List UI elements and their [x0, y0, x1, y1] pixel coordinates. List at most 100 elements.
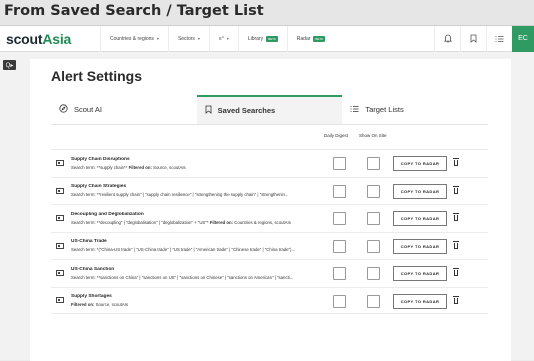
trash-icon[interactable] — [453, 213, 459, 221]
row-text: Decoupling and Deglobalization Search te… — [71, 212, 336, 225]
filter-label: Filtered on: — [71, 301, 95, 307]
filter-value: Source, scoutAIs — [94, 301, 129, 307]
row-description: Search term: *("China-US trade" | "US-Ch… — [71, 247, 336, 252]
column-header-daily-digest: Daily Digest — [324, 133, 349, 138]
show-on-site-checkbox[interactable] — [367, 294, 380, 308]
copy-to-radar-button[interactable]: COPY TO RADAR — [393, 238, 447, 254]
chevron-down-icon: ▾ — [156, 36, 159, 41]
avatar[interactable]: EC — [512, 25, 534, 52]
logo[interactable]: scout Asia — [0, 26, 100, 52]
daily-digest-checkbox[interactable] — [333, 212, 346, 225]
nav-tools[interactable]: ≡° ▾ — [208, 25, 238, 52]
beta-badge: BETA — [313, 35, 326, 42]
nav-tools-icon: ≡° — [218, 35, 224, 42]
search-term-label: Search term: — [71, 192, 96, 198]
row-name: US-China Sanction — [71, 266, 115, 272]
search-term-value: **resilient supply chain" | "supply chai… — [95, 192, 289, 198]
table-row: Decoupling and Deglobalization Search te… — [51, 204, 488, 232]
app-window: scout Asia Countries & regions ▾ Sectors … — [0, 25, 534, 361]
table-row: US-China Trade Search term: *("China-US … — [51, 231, 488, 260]
saved-search-icon — [56, 242, 64, 249]
alert-settings-panel: Alert Settings Scout AI Saved Searches T… — [30, 59, 511, 361]
nav-sectors[interactable]: Sectors ▾ — [167, 25, 209, 52]
trash-icon[interactable] — [453, 268, 459, 276]
search-term-label: Search term: — [71, 274, 96, 280]
daily-digest-checkbox[interactable] — [333, 157, 346, 170]
filter-label: Filtered on: — [208, 219, 234, 225]
copy-to-radar-button[interactable]: COPY TO RADAR — [393, 266, 447, 281]
tab-target-lists[interactable]: Target Lists — [342, 95, 488, 124]
search-term-value: *("China-US trade" | "US-China trade" | … — [95, 247, 296, 253]
row-name: Supply Shortages — [71, 293, 112, 299]
tabs: Scout AI Saved Searches Target Lists — [51, 95, 488, 125]
row-name: Supply Chain Strategies — [71, 184, 127, 190]
page-caption: From Saved Search / Target List — [0, 0, 534, 26]
search-term-label: Search term: — [71, 164, 96, 170]
saved-search-icon — [56, 270, 64, 277]
chevron-down-icon: ▾ — [197, 36, 200, 41]
saved-search-icon — [56, 215, 64, 222]
filter-value: Countries & regions, scoutAIs — [233, 219, 291, 225]
daily-digest-checkbox[interactable] — [333, 239, 346, 253]
copy-to-radar-button[interactable]: COPY TO RADAR — [393, 156, 447, 171]
trash-icon[interactable] — [453, 295, 459, 304]
table-row: US-China Sanction Search term: **sanctio… — [51, 259, 488, 287]
trash-icon[interactable] — [453, 158, 459, 166]
chevron-down-icon: ▾ — [226, 36, 229, 41]
daily-digest-checkbox[interactable] — [333, 267, 346, 280]
search-term-value: **decoupling" | "deglobalisation" | "deg… — [95, 219, 209, 225]
saved-search-icon — [56, 187, 64, 194]
search-term-label: Search term: — [71, 247, 96, 253]
nav-radar[interactable]: Radar BETA — [286, 25, 334, 52]
sidebar-toggle-button[interactable]: Q▸ — [3, 60, 16, 70]
beta-badge: BETA — [266, 35, 278, 42]
filter-value: Source, scoutAIs — [151, 164, 186, 170]
trash-icon[interactable] — [453, 240, 459, 249]
row-description: Filtered on: Source, scoutAIs — [71, 302, 336, 307]
saved-search-icon — [56, 297, 64, 304]
daily-digest-checkbox[interactable] — [333, 294, 346, 308]
main-nav: Countries & regions ▾ Sectors ▾ ≡° ▾ Lib… — [100, 25, 334, 52]
copy-to-radar-button[interactable]: COPY TO RADAR — [393, 293, 447, 309]
row-description: Search term: **sanctions on China" | "sa… — [71, 275, 336, 280]
saved-search-icon — [56, 160, 64, 167]
nav-countries[interactable]: Countries & regions ▾ — [100, 25, 168, 52]
compass-icon — [59, 104, 68, 115]
copy-to-radar-button[interactable]: COPY TO RADAR — [393, 211, 447, 226]
page-title: Alert Settings — [51, 68, 143, 84]
show-on-site-checkbox[interactable] — [367, 157, 380, 170]
saved-searches-list: Supply Chain Disruptions Search term: **… — [51, 149, 488, 314]
list-icon — [350, 105, 359, 115]
logo-asia: Asia — [42, 30, 72, 47]
tab-scout-ai-label: Scout AI — [74, 105, 102, 114]
bookmark-icon[interactable] — [460, 25, 486, 52]
daily-digest-checkbox[interactable] — [333, 184, 346, 198]
trash-icon[interactable] — [453, 185, 459, 194]
tab-scout-ai[interactable]: Scout AI — [51, 95, 197, 124]
row-text: US-China Sanction Search term: **sanctio… — [71, 267, 336, 280]
nav-library-label: Library — [247, 35, 264, 42]
row-text: Supply Shortages Filtered on: Source, sc… — [71, 294, 336, 307]
tab-target-lists-label: Target Lists — [365, 105, 404, 114]
show-on-site-checkbox[interactable] — [367, 239, 380, 253]
row-description: Search term: **supply chain** Filtered o… — [71, 165, 336, 170]
row-description: Search term: **decoupling" | "deglobalis… — [71, 220, 336, 225]
list-icon[interactable] — [486, 25, 512, 52]
logo-scout: scout — [6, 30, 43, 47]
bookmark-icon — [205, 105, 212, 116]
row-name: Decoupling and Deglobalization — [71, 211, 144, 217]
nav-sectors-label: Sectors — [177, 35, 195, 42]
row-text: Supply Chain Strategies Search term: **r… — [71, 184, 336, 197]
column-header-show-on-site: Show On Site — [359, 133, 387, 138]
show-on-site-checkbox[interactable] — [367, 267, 380, 280]
nav-library[interactable]: Library BETA — [237, 25, 287, 52]
row-name: US-China Trade — [71, 239, 107, 245]
table-row: Supply Chain Strategies Search term: **r… — [51, 176, 488, 205]
copy-to-radar-button[interactable]: COPY TO RADAR — [393, 183, 447, 199]
filter-label: Filtered on: — [127, 164, 152, 170]
show-on-site-checkbox[interactable] — [367, 212, 380, 225]
nav-radar-label: Radar — [296, 35, 311, 42]
bell-icon[interactable] — [434, 25, 460, 52]
tab-saved-searches[interactable]: Saved Searches — [196, 95, 343, 124]
show-on-site-checkbox[interactable] — [367, 184, 380, 198]
